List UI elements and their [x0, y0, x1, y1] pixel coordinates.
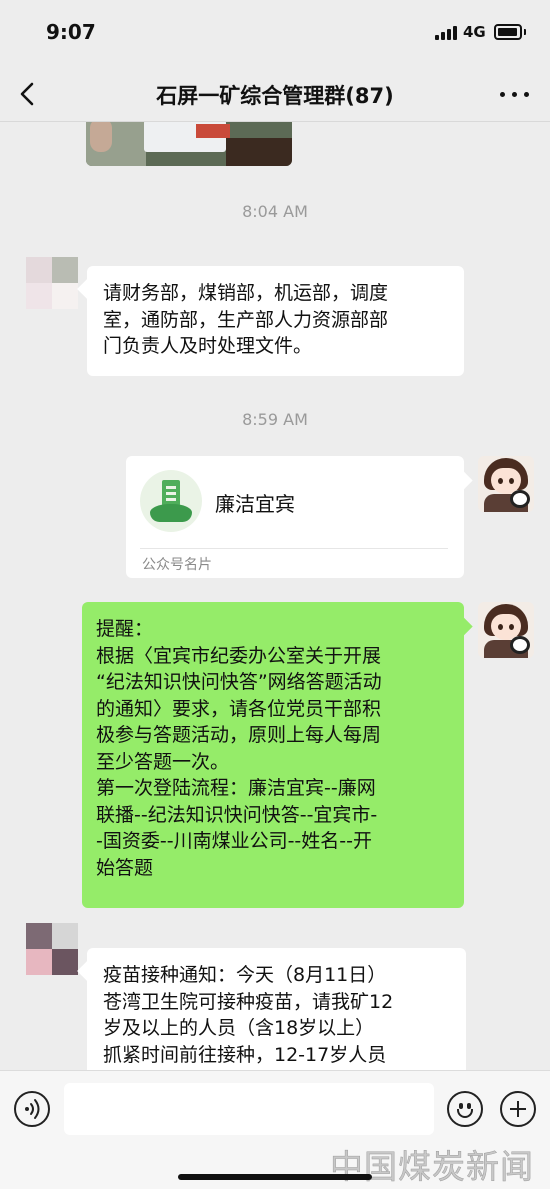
- message-line: 的通知〉要求，请各位党员干部积: [96, 697, 382, 720]
- account-logo-icon: [140, 470, 202, 532]
- network-label: 4G: [463, 23, 486, 41]
- voice-icon[interactable]: [14, 1091, 50, 1127]
- home-indicator: [178, 1174, 372, 1180]
- more-dots-icon[interactable]: [498, 78, 532, 110]
- message-line: 第一次登陆流程：廉洁宜宾--廉网: [96, 777, 376, 799]
- emoji-icon[interactable]: [447, 1091, 483, 1127]
- message-line: 室，通防部，生产部人力资源部部: [103, 308, 389, 331]
- message-line: -国资委--川南煤业公司--姓名--开: [96, 830, 372, 852]
- nav-bar: 石屏一矿综合管理群(87): [0, 66, 550, 122]
- message-input[interactable]: [64, 1083, 434, 1135]
- message-line: 提醒：: [96, 618, 154, 640]
- signal-icon: [435, 26, 457, 40]
- battery-icon: [494, 24, 522, 40]
- message-line: 抓紧时间前往接种，12-17岁人员: [103, 1043, 387, 1066]
- message-line: 根据〈宜宾市纪委办公室关于开展: [96, 644, 382, 667]
- message-line: 苍湾卫生院可接种疫苗，请我矿12: [103, 990, 394, 1013]
- plus-icon[interactable]: [500, 1091, 536, 1127]
- status-bar: 9:07 4G: [0, 0, 550, 66]
- status-time: 9:07: [46, 20, 96, 44]
- message-line: 联播--纪法知识快问快答--宜宾市-: [96, 803, 378, 826]
- message-line: 请财务部，煤销部，机运部，调度: [103, 282, 389, 304]
- watermark: 中国煤炭新闻网: [330, 1147, 534, 1187]
- card-type-label: 公众号名片: [142, 557, 212, 573]
- chat-title: 石屏一矿综合管理群(87): [156, 84, 394, 108]
- avatar[interactable]: [478, 456, 534, 512]
- message-line: 疫苗接种通知：今天（8月11日）: [103, 964, 387, 986]
- message-line: 门负责人及时处理文件。: [103, 335, 313, 357]
- message-line: 始答题: [96, 856, 154, 879]
- avatar[interactable]: [26, 257, 78, 309]
- official-account-card[interactable]: 廉洁宜宾 公众号名片: [126, 456, 464, 578]
- image-message[interactable]: [86, 122, 292, 166]
- message-bubble[interactable]: 提醒： 根据〈宜宾市纪委办公室关于开展 “纪法知识快问快答”网络答题活动 的通知…: [82, 602, 464, 908]
- timestamp: 8:59 AM: [242, 410, 308, 429]
- chat-area[interactable]: 8:04 AM 请财务部，煤销部，机运部，调度 室，通防部，生产部人力资源部部 …: [0, 122, 550, 1070]
- message-line: 极参与答题活动，原则上每人每周: [96, 724, 382, 746]
- message-bubble[interactable]: 请财务部，煤销部，机运部，调度 室，通防部，生产部人力资源部部 门负责人及时处理…: [87, 266, 464, 376]
- timestamp: 8:04 AM: [242, 202, 308, 221]
- message-line: “纪法知识快问快答”网络答题活动: [96, 671, 382, 693]
- message-line: 岁及以上的人员（含18岁以上）: [103, 1017, 375, 1039]
- message-line: 至少答题一次。: [96, 750, 230, 773]
- message-bubble[interactable]: 疫苗接种通知：今天（8月11日） 苍湾卫生院可接种疫苗，请我矿12 岁及以上的人…: [87, 948, 466, 1070]
- avatar[interactable]: [478, 602, 534, 658]
- card-account-name: 廉洁宜宾: [215, 492, 295, 516]
- chevron-left-icon[interactable]: [14, 76, 48, 112]
- avatar[interactable]: [26, 923, 78, 975]
